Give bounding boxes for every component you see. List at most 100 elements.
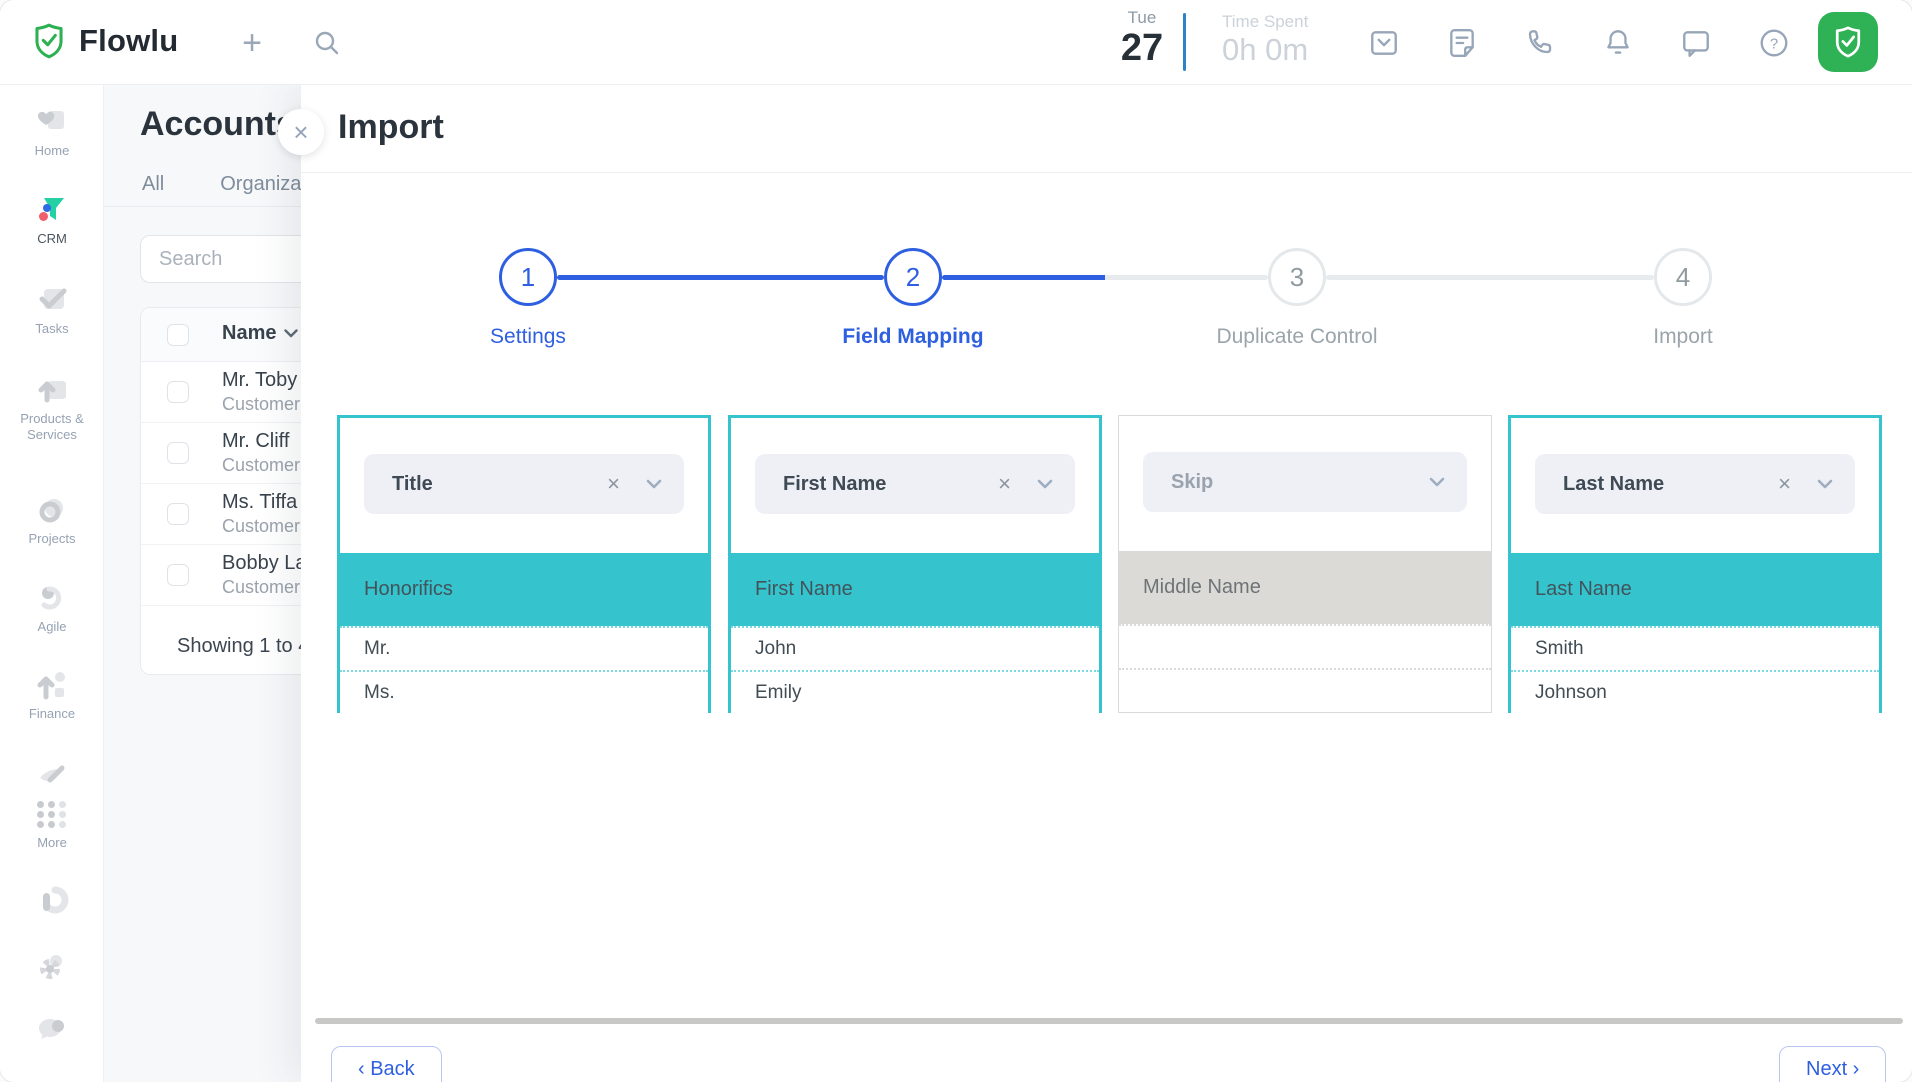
sidebar-item-projects[interactable]: Projects [0,493,104,547]
tasks-check-icon [0,283,104,317]
sidebar-item-products[interactable]: Products & Services [0,373,104,443]
user-avatar[interactable] [1818,12,1878,72]
row-checkbox[interactable] [167,442,189,464]
global-search-icon[interactable] [308,24,346,62]
import-title: Import [338,108,444,147]
notes-icon[interactable] [1445,26,1479,60]
help-icon[interactable]: ? [1757,26,1791,60]
sidebar-nav: Home CRM Tasks Products & Services [0,85,104,1082]
chevron-down-icon[interactable] [1037,479,1053,489]
preview-row: Johnson [1511,670,1879,714]
sidebar-item-agile[interactable]: Agile [0,581,104,635]
step-4-label: Import [1553,325,1813,349]
calendar-date[interactable]: Tue 27 [1112,8,1172,68]
mail-icon[interactable] [1367,26,1401,60]
chat-icon[interactable] [1679,26,1713,60]
field-select-title[interactable]: Title × [364,454,684,514]
home-icon [0,105,104,139]
step-3-label: Duplicate Control [1167,325,1427,349]
clear-selection-icon[interactable]: × [1778,473,1791,495]
source-column-header: First Name [731,553,1099,626]
more-dots-icon [0,797,104,831]
agile-icon [0,581,104,615]
svg-text:?: ? [1770,35,1778,52]
mapping-column-first-name: First Name × First Name John Emily [728,415,1102,713]
import-panel: × Import 1 2 3 4 Settings Field Mapping … [301,85,1912,1082]
time-spent-value: 0h 0m [1222,32,1308,68]
field-select-last-name[interactable]: Last Name × [1535,454,1855,514]
sidebar-item-home[interactable]: Home [0,105,104,159]
sidebar-item-more[interactable]: More [0,797,104,851]
horizontal-scrollbar[interactable] [315,1018,1903,1024]
preview-row: Mr. [340,626,708,670]
step-3-circle[interactable]: 3 [1268,248,1326,306]
row-checkbox[interactable] [167,503,189,525]
finance-icon [0,668,104,702]
support-chat-icon [0,1013,104,1047]
row-checkbox[interactable] [167,381,189,403]
sidebar-item-settings[interactable] [0,950,104,984]
preview-row [1119,668,1491,712]
brand-name: Flowlu [79,23,178,59]
clear-selection-icon[interactable]: × [998,473,1011,495]
flowlu-logo[interactable]: Flowlu [30,22,178,60]
next-button[interactable]: Next › [1779,1046,1886,1082]
calendar-day-number: 27 [1112,28,1172,68]
preview-row [1119,624,1491,668]
date-divider [1183,13,1186,71]
flowlu-p-icon [0,885,104,919]
crm-icon [0,193,104,227]
step-2-label: Field Mapping [783,325,1043,349]
step-4-circle[interactable]: 4 [1654,248,1712,306]
preview-row: John [731,626,1099,670]
source-column-header: Middle Name [1119,551,1491,624]
sidebar-item-tasks[interactable]: Tasks [0,283,104,337]
clear-selection-icon[interactable]: × [607,473,620,495]
preview-row: Smith [1511,626,1879,670]
sidebar-item-finance[interactable]: Finance [0,668,104,722]
chevron-down-icon[interactable] [646,479,662,489]
sidebar-item-knowledge[interactable] [0,885,104,919]
name-column-header[interactable]: Name [222,322,276,345]
sidebar-item-pen[interactable] [0,757,104,791]
preview-row: Ms. [340,670,708,714]
step-2-circle[interactable]: 2 [884,248,942,306]
phone-icon[interactable] [1523,26,1557,60]
gear-icon [0,950,104,984]
sidebar-item-support-chat[interactable] [0,1013,104,1047]
pen-swoosh-icon [0,757,104,791]
create-button[interactable]: + [233,24,271,62]
step-1-label: Settings [398,325,658,349]
tab-all[interactable]: All [142,173,164,196]
projects-icon [0,493,104,527]
notifications-bell-icon[interactable] [1601,26,1635,60]
chevron-down-icon[interactable] [1817,479,1833,489]
sidebar-item-crm[interactable]: CRM [0,193,104,247]
chevron-down-icon[interactable] [1429,477,1445,487]
sort-chevron-icon[interactable] [284,329,298,338]
flowlu-shield-icon [30,22,68,60]
calendar-weekday: Tue [1112,8,1172,28]
source-column-header: Honorifics [340,553,708,626]
step-line-2-3 [942,275,1268,280]
page-title: Accounts [140,105,295,144]
row-checkbox[interactable] [167,564,189,586]
close-icon[interactable]: × [278,109,324,155]
time-spent-label: Time Spent [1222,12,1308,32]
table-footer-count: Showing 1 to 4 [177,635,309,658]
products-box-icon [0,373,104,407]
back-button[interactable]: ‹ Back [331,1046,442,1082]
import-header-divider [301,172,1912,173]
time-spent[interactable]: Time Spent 0h 0m [1222,12,1308,68]
preview-row: Emily [731,670,1099,714]
field-select-first-name[interactable]: First Name × [755,454,1075,514]
app-window: Flowlu + Tue 27 Time Spent 0h 0m [0,0,1912,1082]
mapping-column-skip: Skip Middle Name [1118,415,1492,713]
field-select-skip[interactable]: Skip [1143,452,1467,512]
select-all-checkbox[interactable] [167,324,189,346]
top-header: Flowlu + Tue 27 Time Spent 0h 0m [0,0,1912,85]
step-1-circle[interactable]: 1 [499,248,557,306]
step-line-1-2 [557,275,884,280]
mapping-column-title: Title × Honorifics Mr. Ms. [337,415,711,713]
step-line-3-4 [1326,275,1654,280]
